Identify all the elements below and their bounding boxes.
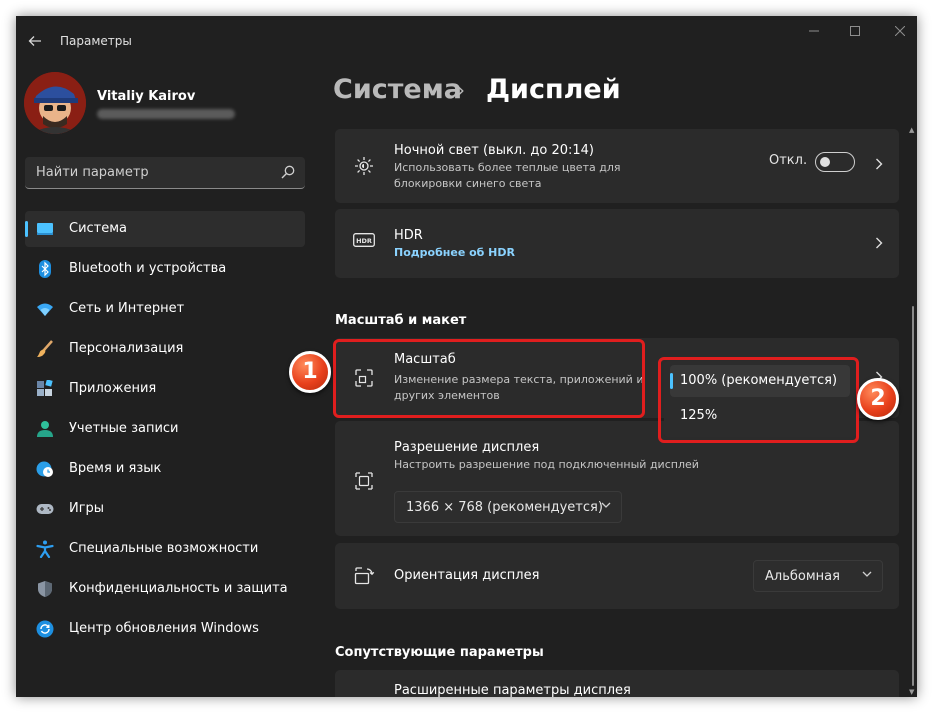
advanced-display-card[interactable]: Расширенные параметры дисплея xyxy=(335,670,899,697)
profile-name: Vitaliy Kairov xyxy=(97,89,196,104)
sidebar-item-windows-update[interactable]: Центр обновления Windows xyxy=(25,611,305,647)
sidebar-item-network[interactable]: Сеть и Интернет xyxy=(25,291,305,327)
night-light-title: Ночной свет (выкл. до 20:14) xyxy=(394,143,594,158)
shield-icon xyxy=(38,581,52,597)
accessibility-icon xyxy=(36,540,54,558)
page-title: Дисплей xyxy=(486,74,621,105)
sidebar-item-label: Центр обновления Windows xyxy=(69,621,259,636)
resolution-icon xyxy=(355,472,373,490)
hdr-icon: HDR xyxy=(353,233,375,247)
chevron-down-icon xyxy=(862,568,872,581)
apps-icon xyxy=(37,380,53,396)
orientation-card: Ориентация дисплея Альбомная xyxy=(335,543,899,609)
gamepad-icon xyxy=(36,504,54,514)
hdr-learn-more-link[interactable]: Подробнее об HDR xyxy=(394,246,515,259)
annotation-badge-2: 2 xyxy=(857,378,899,420)
annotation-highlight-scale xyxy=(333,339,645,418)
orientation-value: Альбомная xyxy=(765,569,840,584)
sidebar-item-label: Специальные возможности xyxy=(69,541,259,556)
search-box[interactable] xyxy=(25,157,305,189)
sidebar-item-label: Конфиденциальность и защита xyxy=(69,581,288,596)
hdr-card[interactable]: HDR HDR Подробнее об HDR xyxy=(335,209,899,278)
sidebar-item-apps[interactable]: Приложения xyxy=(25,371,305,407)
sidebar-item-accounts[interactable]: Учетные записи xyxy=(25,411,305,447)
brush-icon xyxy=(37,340,53,357)
orientation-dropdown[interactable]: Альбомная xyxy=(753,560,883,592)
night-light-card[interactable]: Ночной свет (выкл. до 20:14) Использоват… xyxy=(335,129,899,203)
chevron-right-icon xyxy=(875,155,883,174)
sidebar-item-label: Приложения xyxy=(69,381,157,396)
sidebar-item-personalization[interactable]: Персонализация xyxy=(25,331,305,367)
scroll-up-icon[interactable]: ▲ xyxy=(909,126,914,134)
minimize-icon xyxy=(809,30,819,32)
sidebar-item-label: Персонализация xyxy=(69,341,184,356)
night-light-toggle[interactable] xyxy=(815,152,855,172)
settings-window: Параметры Vitaliy Kairov Найти параметр … xyxy=(16,16,917,697)
scrollbar-thumb[interactable] xyxy=(912,306,914,686)
sidebar-item-label: Игры xyxy=(69,501,105,516)
sidebar-nav: Система Bluetooth и устройства Сеть и Ин… xyxy=(25,211,305,651)
sidebar-item-bluetooth[interactable]: Bluetooth и устройства xyxy=(25,251,305,287)
person-icon xyxy=(37,421,53,437)
night-light-state: Откл. xyxy=(769,153,808,168)
maximize-icon xyxy=(850,26,860,36)
svg-text:HDR: HDR xyxy=(356,237,372,245)
close-button[interactable] xyxy=(882,22,917,44)
wifi-icon xyxy=(37,303,53,316)
sidebar-item-system[interactable]: Система xyxy=(25,211,305,247)
back-button[interactable] xyxy=(24,30,46,52)
sidebar-item-label: Учетные записи xyxy=(69,421,179,436)
search-input[interactable] xyxy=(36,157,266,187)
chevron-right-icon xyxy=(875,234,883,253)
related-settings-section-title: Сопутствующие параметры xyxy=(335,645,544,660)
sidebar-item-label: Сеть и Интернет xyxy=(69,301,185,316)
resolution-title: Разрешение дисплея xyxy=(394,440,540,455)
brightness-icon xyxy=(355,157,373,175)
breadcrumb-separator: › xyxy=(457,78,465,102)
breadcrumb-parent[interactable]: Система xyxy=(333,74,462,105)
minimize-button[interactable] xyxy=(796,22,832,44)
avatar-image xyxy=(24,72,86,134)
orientation-icon xyxy=(354,567,375,585)
resolution-description: Настроить разрешение под подключенный ди… xyxy=(394,458,699,471)
scroll-down-icon[interactable]: ▼ xyxy=(909,688,914,696)
resolution-value: 1366 × 768 (рекомендуется) xyxy=(406,500,603,515)
bluetooth-icon xyxy=(39,260,51,278)
hdr-title: HDR xyxy=(394,228,423,243)
sidebar-item-label: Bluetooth и устройства xyxy=(69,261,227,276)
orientation-title: Ориентация дисплея xyxy=(394,568,540,583)
advanced-display-title: Расширенные параметры дисплея xyxy=(394,683,631,697)
arrow-left-icon xyxy=(28,36,41,46)
avatar[interactable] xyxy=(24,72,86,134)
sidebar-item-time-language[interactable]: Время и язык xyxy=(25,451,305,487)
title-bar: Параметры xyxy=(16,16,917,64)
close-icon xyxy=(894,25,906,37)
resolution-dropdown[interactable]: 1366 × 768 (рекомендуется) xyxy=(394,491,622,523)
sidebar-item-privacy[interactable]: Конфиденциальность и защита xyxy=(25,571,305,607)
sidebar-item-accessibility[interactable]: Специальные возможности xyxy=(25,531,305,567)
profile-email-blurred xyxy=(97,109,235,119)
annotation-badge-1: 1 xyxy=(289,351,331,393)
app-title: Параметры xyxy=(60,34,132,48)
sidebar-item-gaming[interactable]: Игры xyxy=(25,491,305,527)
sidebar-item-label: Время и язык xyxy=(69,461,162,476)
sidebar-item-label: Система xyxy=(69,221,128,236)
annotation-highlight-options xyxy=(658,357,859,443)
chevron-down-icon xyxy=(601,499,611,512)
search-icon[interactable] xyxy=(281,165,295,179)
night-light-description: Использовать более теплые цвета для блок… xyxy=(394,161,621,190)
globe-clock-icon xyxy=(36,461,53,477)
scale-layout-section-title: Масштаб и макет xyxy=(335,313,467,328)
update-icon xyxy=(36,620,54,638)
monitor-icon xyxy=(37,223,53,235)
maximize-button[interactable] xyxy=(837,22,873,44)
